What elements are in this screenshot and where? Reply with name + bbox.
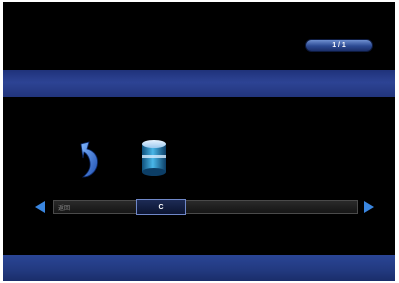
page-indicator-text: 1 / 1 (332, 42, 346, 49)
device-selection-bar: 返回 C (53, 199, 358, 215)
footer-band (3, 255, 395, 281)
return-item-label: 返回 (58, 205, 71, 212)
disk-drive-icon[interactable] (139, 138, 169, 178)
media-player-screen: 1 / 1 返回 C (3, 2, 395, 281)
header-band (3, 70, 395, 97)
right-arrow-icon[interactable] (362, 200, 376, 214)
left-arrow-icon[interactable] (33, 200, 47, 214)
return-arrow-icon[interactable] (75, 140, 103, 180)
drive-c-item[interactable]: C (136, 199, 186, 215)
drive-c-label: C (158, 203, 164, 211)
return-item[interactable]: 返回 (54, 201, 136, 213)
page-indicator: 1 / 1 (306, 40, 372, 51)
